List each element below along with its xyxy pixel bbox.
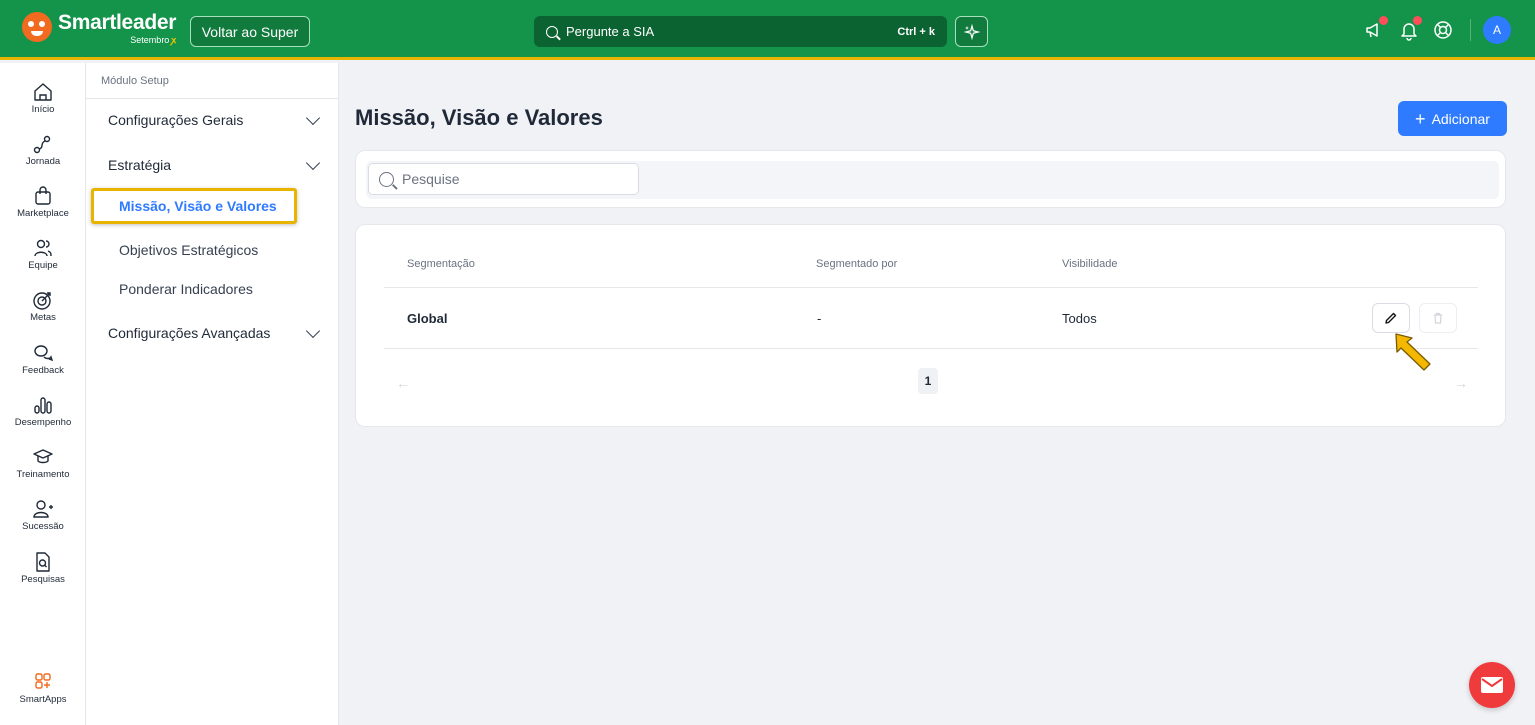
sia-search-label: Pergunte a SIA (566, 24, 655, 39)
rail-item-treinamento[interactable]: Treinamento (0, 446, 86, 480)
rail-item-metas[interactable]: Metas (0, 289, 86, 323)
notification-dot (1379, 16, 1388, 25)
header-divider (1470, 19, 1471, 41)
menu-item-ponderar-indicadores[interactable]: Ponderar Indicadores (119, 281, 253, 297)
menu-group-configuracoes-gerais[interactable]: Configurações Gerais (108, 110, 321, 128)
menu-group-configuracoes-avancadas[interactable]: Configurações Avançadas (108, 323, 321, 341)
graduation-cap-icon (33, 449, 53, 464)
cell-segmentacao: Global (407, 311, 448, 326)
team-icon (34, 239, 52, 257)
chat-support-button[interactable] (1469, 662, 1515, 708)
pencil-icon (1385, 312, 1397, 324)
divider (384, 348, 1478, 349)
menu-item-missao-visao-valores[interactable]: Missão, Visão e Valores (91, 188, 297, 224)
search-field[interactable] (368, 163, 639, 195)
rail-item-smartapps[interactable]: SmartApps (0, 671, 86, 705)
cell-visibilidade: Todos (1062, 311, 1097, 326)
sparkle-icon (963, 23, 980, 40)
column-header-visibilidade[interactable]: Visibilidade (1062, 258, 1117, 270)
bar-chart-icon (34, 397, 52, 414)
ribbon-icon: ꭗ (171, 35, 177, 45)
envelope-icon (1481, 677, 1503, 693)
chevron-down-icon (305, 323, 321, 339)
prev-page-arrow[interactable]: ← (396, 375, 410, 391)
chat-bubbles-icon (34, 345, 54, 362)
delete-button[interactable] (1419, 303, 1457, 333)
next-page-arrow[interactable]: → (1454, 375, 1468, 391)
divider (384, 287, 1478, 288)
rail-item-pesquisas[interactable]: Pesquisas (0, 551, 86, 585)
notification-dot (1413, 16, 1422, 25)
shopping-bag-icon (35, 186, 51, 205)
sia-search-bar[interactable]: Pergunte a SIA Ctrl + k (534, 16, 947, 47)
add-button[interactable]: + Adicionar (1398, 101, 1507, 136)
menu-group-estrategia[interactable]: Estratégia (108, 155, 321, 173)
back-to-super-button[interactable]: Voltar ao Super (190, 16, 310, 47)
header-actions: A (1364, 16, 1511, 44)
cell-segmentado-por: - (817, 311, 822, 326)
mascot-icon (22, 12, 52, 42)
rail-item-equipe[interactable]: Equipe (0, 237, 86, 271)
edit-button[interactable] (1372, 303, 1410, 333)
bell-icon[interactable] (1398, 16, 1422, 41)
trash-icon (1434, 312, 1442, 324)
keyboard-shortcut: Ctrl + k (897, 25, 935, 38)
target-icon (33, 292, 51, 310)
rail-item-inicio[interactable]: Início (0, 81, 86, 115)
brand-name: Smartleader (58, 11, 177, 34)
user-plus-icon (33, 500, 53, 518)
brand-logo[interactable]: Smartleader Setembro ꭗ (22, 12, 176, 45)
rail-item-sucessao[interactable]: Sucessão (0, 498, 86, 532)
survey-icon (36, 552, 50, 572)
setup-menu-title: Módulo Setup (101, 75, 169, 87)
top-navigation-bar: Smartleader Setembro ꭗ Voltar ao Super Pe… (0, 0, 1535, 60)
divider (86, 98, 338, 99)
column-header-segmentado-por[interactable]: Segmentado por (816, 258, 897, 270)
megaphone-icon[interactable] (1364, 16, 1388, 41)
chevron-down-icon (305, 110, 321, 126)
rail-item-jornada[interactable]: Jornada (0, 133, 86, 167)
page-number-1[interactable]: 1 (918, 368, 938, 394)
search-icon (546, 25, 558, 38)
apps-grid-icon (35, 673, 51, 689)
rail-item-desempenho[interactable]: Desempenho (0, 394, 86, 428)
search-card (355, 150, 1506, 208)
data-table-card: Segmentação Segmentado por Visibilidade … (355, 224, 1506, 427)
page-title: Missão, Visão e Valores (355, 105, 603, 130)
search-icon (379, 171, 394, 187)
main-sidebar: Início Jornada Marketplace Equipe Metas … (0, 63, 86, 725)
journey-icon (33, 135, 51, 154)
chevron-down-icon (305, 155, 321, 171)
menu-item-objetivos-estrategicos[interactable]: Objetivos Estratégicos (119, 242, 258, 258)
rail-item-marketplace[interactable]: Marketplace (0, 185, 86, 219)
setup-submenu: Módulo Setup Configurações Gerais Estrat… (86, 63, 339, 725)
ai-sparkle-button[interactable] (955, 16, 988, 47)
search-input[interactable] (402, 171, 622, 187)
user-avatar[interactable]: A (1483, 16, 1511, 44)
home-icon (34, 83, 52, 101)
plus-icon: + (1415, 108, 1426, 129)
tutorial-arrow-icon (1395, 333, 1431, 371)
brand-subtitle: Setembro ꭗ (130, 35, 177, 45)
rail-item-feedback[interactable]: Feedback (0, 342, 86, 376)
help-lifebuoy-icon[interactable] (1432, 19, 1454, 41)
column-header-segmentacao[interactable]: Segmentação (407, 258, 475, 270)
